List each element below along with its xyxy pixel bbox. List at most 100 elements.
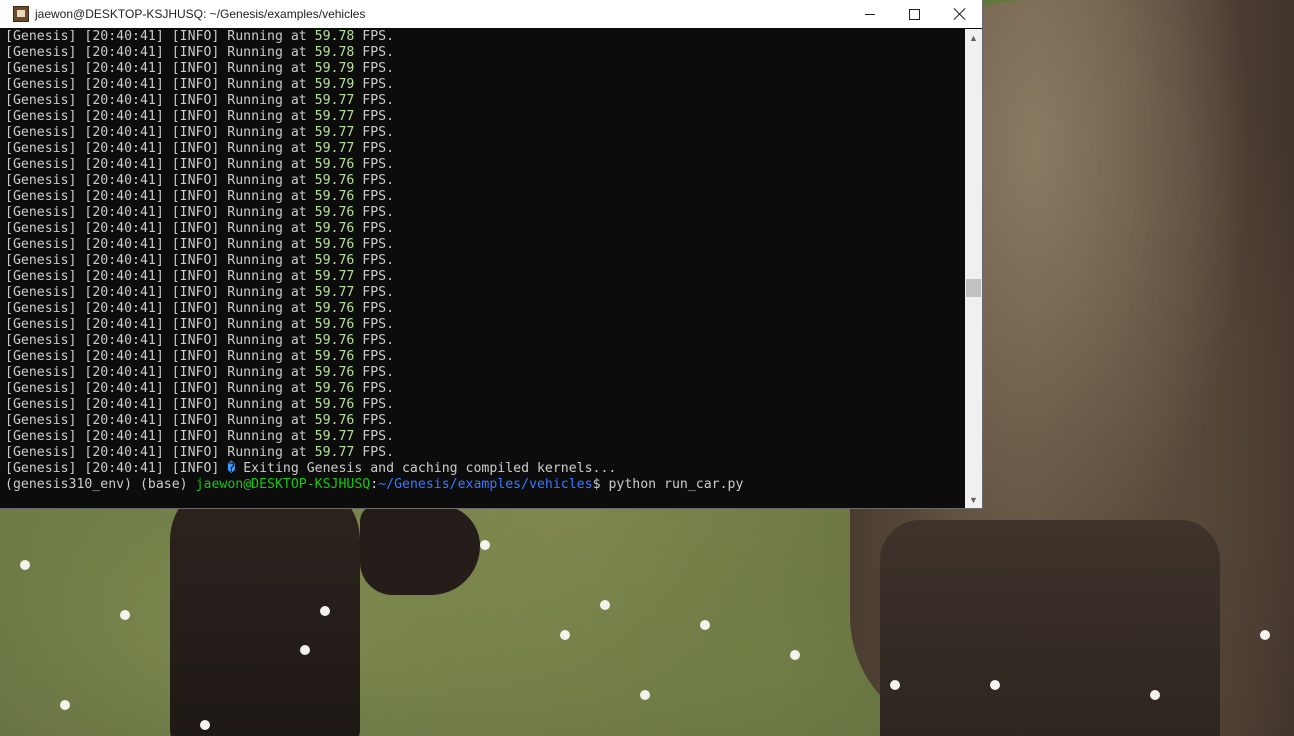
fps-value: 59.76: [314, 317, 355, 332]
fps-value: 59.76: [314, 205, 355, 220]
log-suffix: FPS.: [354, 157, 395, 172]
log-prefix: [Genesis] [20:40:41] [INFO] Running at: [5, 269, 315, 284]
log-suffix: FPS.: [354, 237, 395, 252]
minimize-button[interactable]: [847, 0, 892, 28]
fps-value: 59.77: [314, 429, 355, 444]
log-line: [Genesis] [20:40:41] [INFO] Running at 5…: [5, 29, 963, 45]
log-prefix: [Genesis] [20:40:41] [INFO] Running at: [5, 317, 315, 332]
maximize-button[interactable]: [892, 0, 937, 28]
log-prefix: [Genesis] [20:40:41] [INFO] Running at: [5, 221, 315, 236]
cotton-grass-flower: [790, 650, 800, 660]
shell-prompt-line[interactable]: (genesis310_env) (base) jaewon@DESKTOP-K…: [5, 477, 963, 493]
cotton-grass-flower: [320, 606, 330, 616]
log-suffix: FPS.: [354, 221, 395, 236]
log-line: [Genesis] [20:40:41] [INFO] Running at 5…: [5, 205, 963, 221]
fps-value: 59.77: [314, 285, 355, 300]
maximize-icon: [909, 8, 920, 20]
cotton-grass-flower: [700, 620, 710, 630]
fps-value: 59.76: [314, 189, 355, 204]
fps-value: 59.76: [314, 221, 355, 236]
prompt-path: ~/Genesis/examples/vehicles: [378, 477, 593, 492]
cotton-grass-flower: [200, 720, 210, 730]
fps-value: 59.77: [314, 445, 355, 460]
bear-cub-image: [170, 480, 360, 736]
log-prefix: [Genesis] [20:40:41] [INFO] Running at: [5, 77, 315, 92]
fps-value: 59.76: [314, 237, 355, 252]
log-suffix: FPS.: [354, 397, 395, 412]
close-icon: [953, 7, 967, 21]
scrollbar-thumb[interactable]: [966, 279, 981, 297]
title-bar[interactable]: jaewon@DESKTOP-KSJHUSQ: ~/Genesis/exampl…: [0, 0, 982, 28]
log-prefix: [Genesis] [20:40:41] [INFO] Running at: [5, 141, 315, 156]
log-prefix: [Genesis] [20:40:41] [INFO] Running at: [5, 237, 315, 252]
log-prefix: [Genesis] [20:40:41] [INFO] Running at: [5, 349, 315, 364]
log-line: [Genesis] [20:40:41] [INFO] Running at 5…: [5, 413, 963, 429]
vertical-scrollbar[interactable]: ▲ ▼: [965, 29, 982, 508]
cotton-grass-flower: [560, 630, 570, 640]
log-suffix: FPS.: [354, 349, 395, 364]
window-title: jaewon@DESKTOP-KSJHUSQ: ~/Genesis/exampl…: [35, 7, 366, 21]
scroll-up-button[interactable]: ▲: [965, 29, 982, 46]
log-line: [Genesis] [20:40:41] [INFO] Running at 5…: [5, 397, 963, 413]
close-button[interactable]: [937, 0, 982, 28]
fps-value: 59.78: [314, 45, 355, 60]
log-line: [Genesis] [20:40:41] [INFO] Running at 5…: [5, 269, 963, 285]
log-suffix: FPS.: [354, 125, 395, 140]
scroll-down-button[interactable]: ▼: [965, 491, 982, 508]
log-suffix: FPS.: [354, 205, 395, 220]
fps-value: 59.77: [314, 109, 355, 124]
log-line: [Genesis] [20:40:41] [INFO] Running at 5…: [5, 125, 963, 141]
fps-value: 59.76: [314, 381, 355, 396]
log-prefix: [Genesis] [20:40:41] [INFO] Running at: [5, 253, 315, 268]
log-line: [Genesis] [20:40:41] [INFO] Running at 5…: [5, 221, 963, 237]
fps-value: 59.76: [314, 413, 355, 428]
log-prefix: [Genesis] [20:40:41] [INFO] Running at: [5, 45, 315, 60]
log-line: [Genesis] [20:40:41] [INFO] Running at 5…: [5, 429, 963, 445]
fps-value: 59.77: [314, 269, 355, 284]
log-line: [Genesis] [20:40:41] [INFO] Running at 5…: [5, 333, 963, 349]
log-prefix: [Genesis] [20:40:41] [INFO] Running at: [5, 301, 315, 316]
cotton-grass-flower: [480, 540, 490, 550]
log-suffix: FPS.: [354, 269, 395, 284]
prompt-user-host: jaewon@DESKTOP-KSJHUSQ: [195, 477, 371, 492]
bear-leg-image: [880, 520, 1220, 736]
cotton-grass-flower: [1260, 630, 1270, 640]
log-line: [Genesis] [20:40:41] [INFO] Running at 5…: [5, 189, 963, 205]
cotton-grass-flower: [990, 680, 1000, 690]
log-suffix: FPS.: [354, 109, 395, 124]
caption-buttons: [847, 0, 982, 28]
log-line: [Genesis] [20:40:41] [INFO] Running at 5…: [5, 173, 963, 189]
fps-value: 59.76: [314, 301, 355, 316]
log-prefix: [Genesis] [20:40:41] [INFO] Running at: [5, 189, 315, 204]
cotton-grass-flower: [120, 610, 130, 620]
bear-cub-paw-image: [360, 505, 480, 595]
log-suffix: FPS.: [354, 141, 395, 156]
prompt-colon: :: [370, 477, 379, 492]
log-suffix: FPS.: [354, 365, 395, 380]
cotton-grass-flower: [890, 680, 900, 690]
log-prefix: [Genesis] [20:40:41] [INFO] Running at: [5, 29, 315, 44]
terminal-window[interactable]: jaewon@DESKTOP-KSJHUSQ: ~/Genesis/exampl…: [0, 0, 982, 508]
log-prefix: [Genesis] [20:40:41] [INFO] Running at: [5, 125, 315, 140]
fps-value: 59.79: [314, 61, 355, 76]
log-suffix: FPS.: [354, 173, 395, 188]
terminal-app-icon[interactable]: [13, 6, 29, 22]
log-prefix: [Genesis] [20:40:41] [INFO] Running at: [5, 157, 315, 172]
cotton-grass-flower: [640, 690, 650, 700]
log-line: [Genesis] [20:40:41] [INFO] Running at 5…: [5, 381, 963, 397]
prompt-dollar: $: [592, 477, 609, 492]
log-prefix: [Genesis] [20:40:41] [INFO] Running at: [5, 397, 315, 412]
fps-value: 59.78: [314, 29, 355, 44]
log-line: [Genesis] [20:40:41] [INFO] Running at 5…: [5, 349, 963, 365]
log-suffix: FPS.: [354, 189, 395, 204]
fps-value: 59.76: [314, 173, 355, 188]
terminal-output[interactable]: [Genesis] [20:40:41] [INFO] Running at 5…: [5, 29, 963, 505]
log-prefix: [Genesis] [20:40:41] [INFO] Running at: [5, 365, 315, 380]
log-line: [Genesis] [20:40:41] [INFO] Running at 5…: [5, 301, 963, 317]
log-suffix: FPS.: [354, 381, 395, 396]
log-prefix: [Genesis] [20:40:41] [INFO] Running at: [5, 333, 315, 348]
log-prefix: [Genesis] [20:40:41] [INFO] Running at: [5, 381, 315, 396]
log-suffix: FPS.: [354, 285, 395, 300]
log-line: [Genesis] [20:40:41] [INFO] Running at 5…: [5, 45, 963, 61]
log-prefix: [Genesis] [20:40:41] [INFO] Running at: [5, 285, 315, 300]
